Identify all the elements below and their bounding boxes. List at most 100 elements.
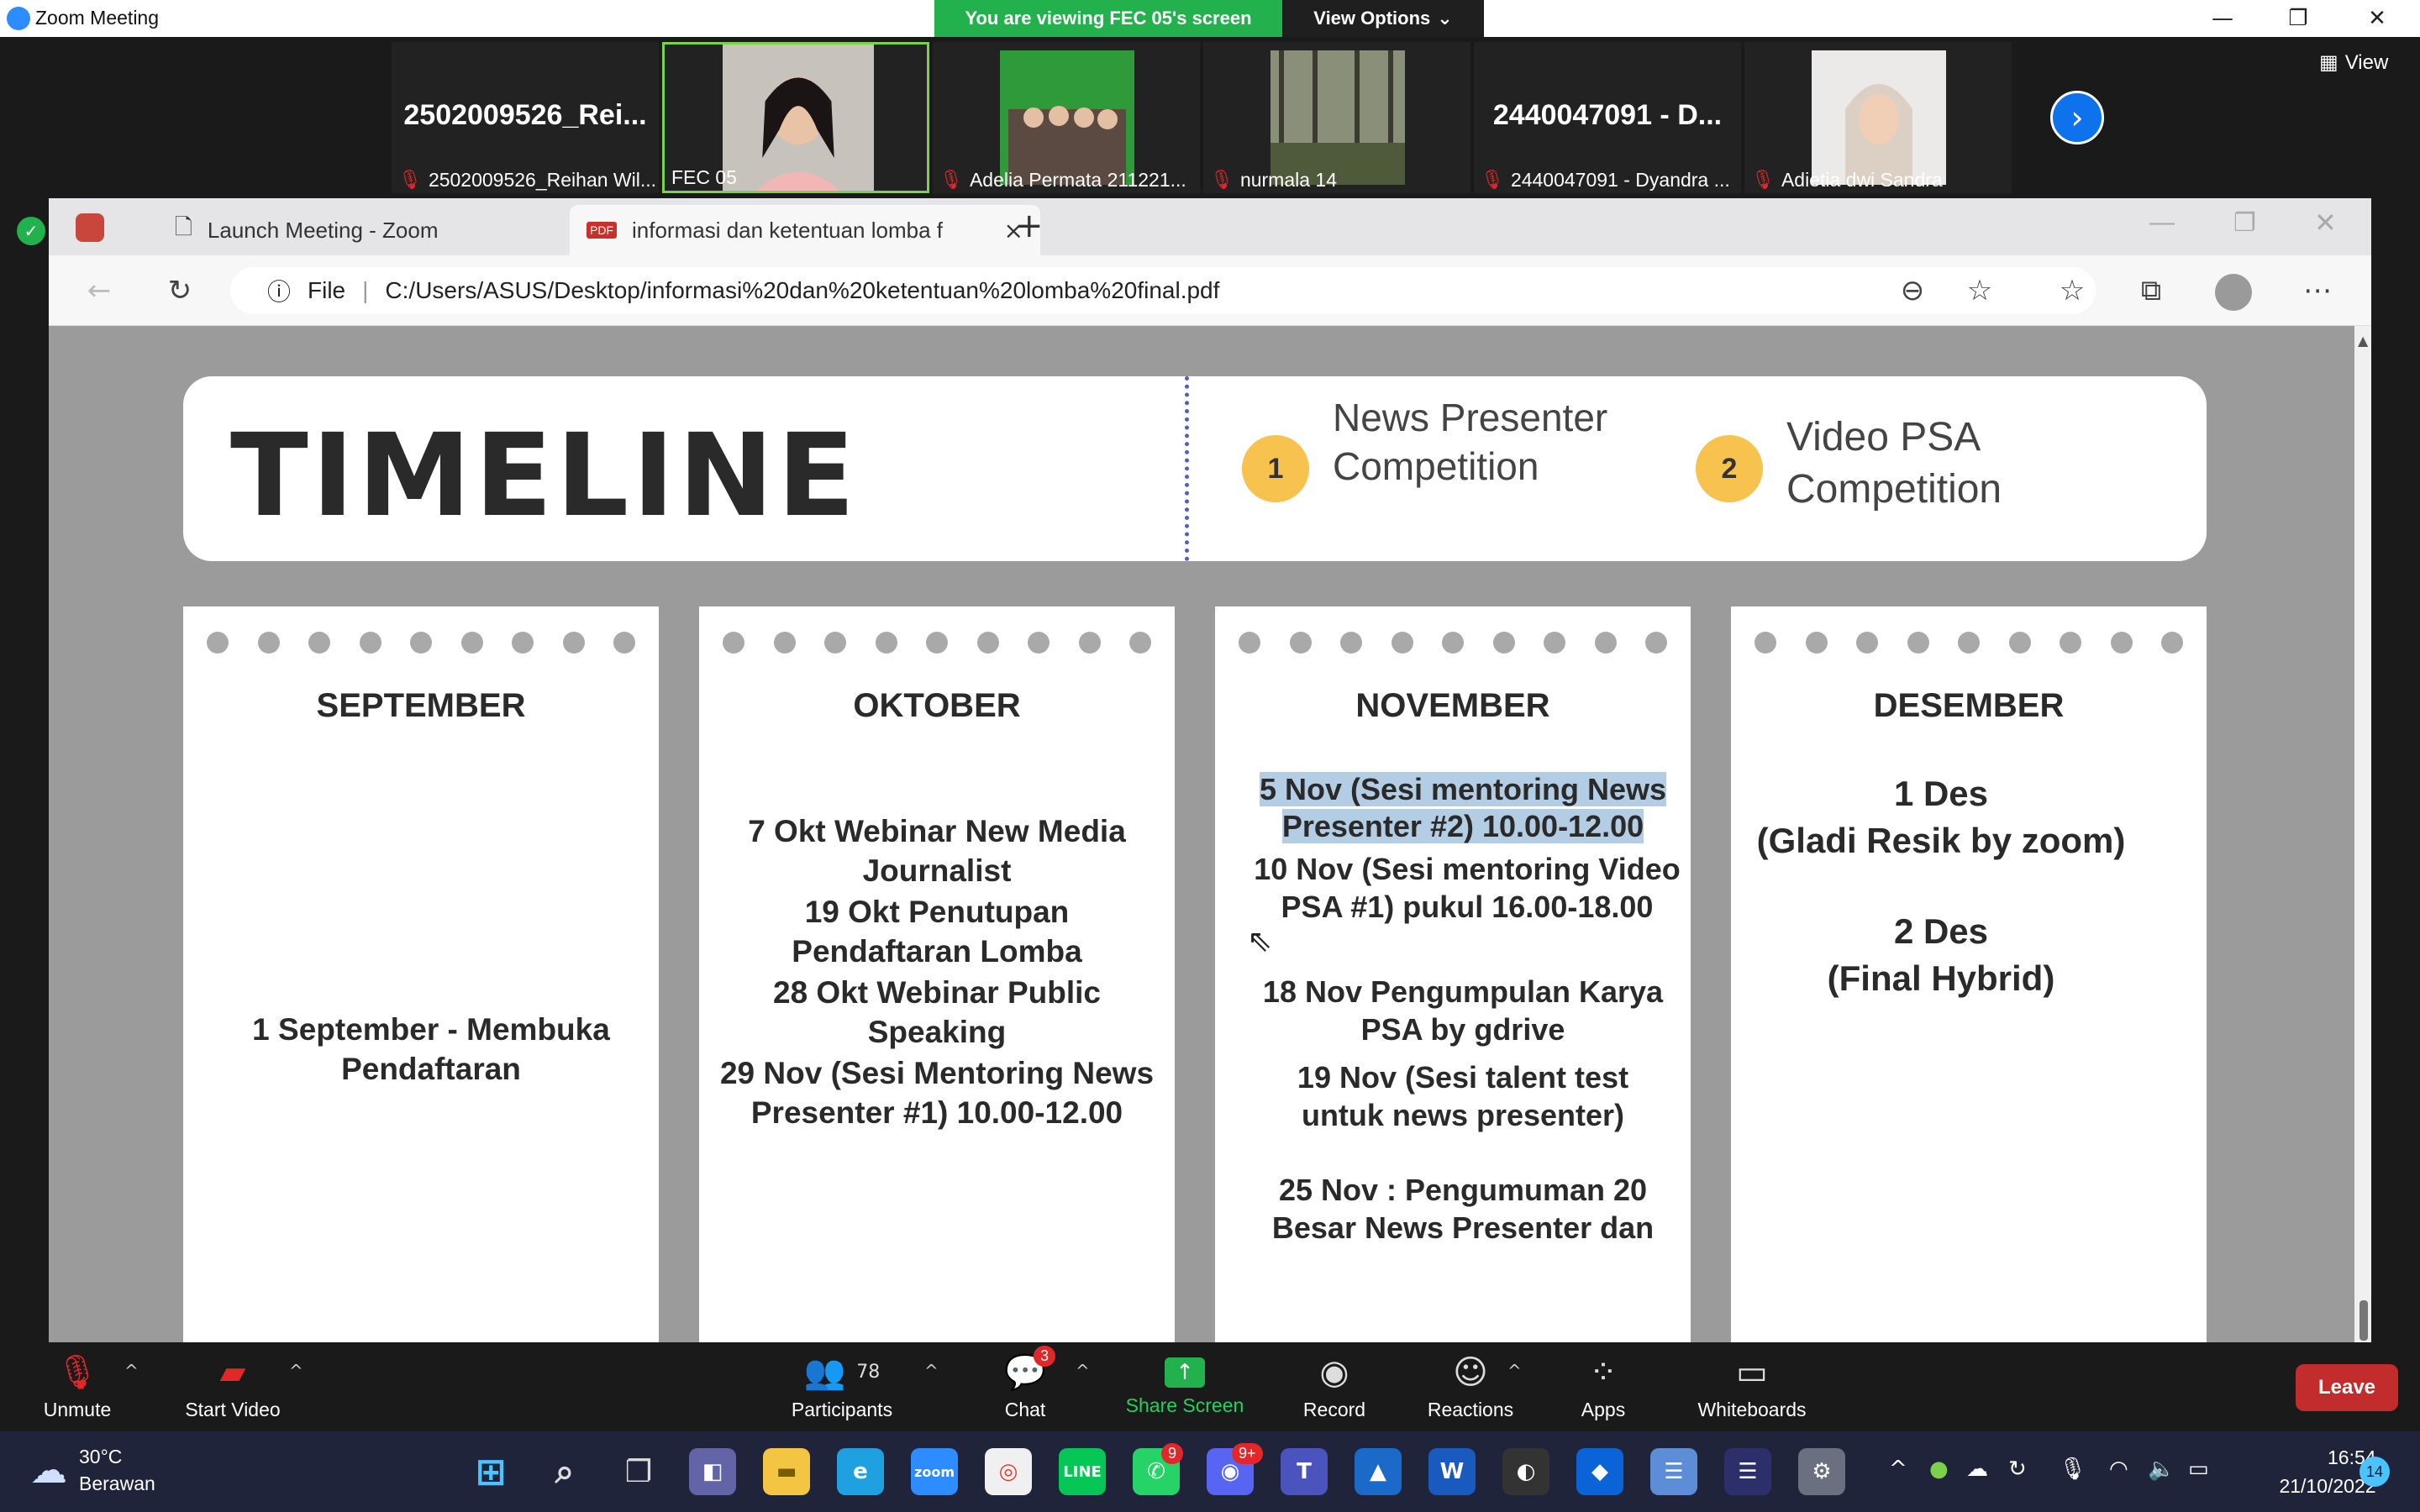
page-icon: 🗋: [175, 215, 192, 240]
address-bar[interactable]: ⓘ File | C:/Users/ASUS/Desktop/informasi…: [230, 267, 2096, 314]
tab-pdf[interactable]: PDF informasi dan ketentuan lomba f ×: [570, 205, 1040, 255]
favorites-icon[interactable]: ☆: [2050, 269, 2094, 312]
obs-icon[interactable]: ◐: [1502, 1448, 1549, 1495]
month-card-november: NOVEMBER 5 Nov (Sesi mentoring News Pres…: [1215, 606, 1691, 1342]
chrome-icon[interactable]: ◎: [985, 1448, 1032, 1495]
mic-muted-icon: 🎙: [1751, 170, 1775, 191]
view-options-button[interactable]: View Options ⌄: [1282, 0, 1484, 37]
apps-button[interactable]: ⁘ Apps: [1571, 1342, 1635, 1431]
viewing-screen-label: You are viewing FEC 05's screen: [934, 0, 1282, 37]
wifi-icon[interactable]: ◠: [2109, 1457, 2128, 1482]
participant-tile[interactable]: 2440047091 - D... 🎙 2440047091 - Dyandra …: [1474, 42, 1741, 193]
start-video-button[interactable]: ▰ Start Video: [176, 1342, 289, 1431]
zoom-out-icon[interactable]: ⊖: [1891, 269, 1934, 312]
workspace-icon[interactable]: [76, 213, 104, 242]
eclipse-icon[interactable]: ☰: [1724, 1448, 1771, 1495]
zoom-app-icon[interactable]: zoom: [911, 1448, 958, 1495]
binder-dots: [207, 632, 635, 654]
notification-count-badge[interactable]: 14: [2360, 1457, 2390, 1487]
onedrive-icon[interactable]: ☁: [1966, 1457, 1988, 1482]
back-button[interactable]: ←: [77, 269, 121, 312]
competition-name: Video PSA Competition: [1786, 415, 2002, 512]
show-hidden-icons-caret[interactable]: ^: [1889, 1457, 1907, 1482]
restore-button[interactable]: ❐: [2260, 0, 2336, 37]
audio-options-caret[interactable]: ^: [124, 1361, 139, 1381]
whiteboards-button[interactable]: ▭ Whiteboards: [1689, 1342, 1815, 1431]
record-button[interactable]: ◉ Record: [1294, 1342, 1375, 1431]
notepad-icon[interactable]: ☰: [1650, 1448, 1697, 1495]
tray-app-icon[interactable]: ●: [1929, 1457, 1949, 1482]
encryption-shield-icon[interactable]: ✓: [17, 217, 45, 245]
microphone-icon[interactable]: 🎙: [2059, 1457, 2086, 1482]
add-favorite-icon[interactable]: ☆: [1958, 269, 2002, 312]
pdf-icon: PDF: [587, 222, 617, 239]
browser-close-button[interactable]: ✕: [2314, 207, 2337, 239]
scroll-thumb[interactable]: [2360, 1300, 2368, 1341]
participant-tile[interactable]: 2502009526_Rei... 🎙 2502009526_Reihan Wil…: [392, 42, 659, 193]
photos-icon[interactable]: ▲: [1355, 1448, 1402, 1495]
tab-launch-meeting[interactable]: 🗋 Launch Meeting - Zoom ×: [158, 205, 612, 255]
reactions-button[interactable]: ☺ Reactions: [1420, 1342, 1521, 1431]
mic-muted-icon: 🎙: [939, 170, 963, 191]
search-icon[interactable]: ⌕: [541, 1448, 588, 1495]
participants-label: Participants: [791, 1398, 893, 1420]
participant-tile[interactable]: 🎙 Adelia Permata 211221...: [933, 42, 1200, 193]
window-title: Zoom Meeting: [35, 7, 160, 29]
word-icon[interactable]: W: [1428, 1448, 1476, 1495]
url-scheme: File: [308, 277, 346, 303]
view-button[interactable]: ▦ View: [2319, 50, 2388, 75]
reactions-icon: ☺: [1453, 1352, 1488, 1392]
sync-icon[interactable]: ↻: [2008, 1457, 2027, 1482]
participant-tile[interactable]: 🎙 Adietia dwi Sandra: [1744, 42, 2012, 193]
scroll-up-icon[interactable]: ▲: [2358, 333, 2368, 349]
month-card-september: SEPTEMBER 1 September - Membuka Pendafta…: [183, 606, 659, 1342]
chat-label: Chat: [1004, 1398, 1046, 1420]
pdf-viewer[interactable]: TIMELINE 1 News Presenter Competition 2 …: [49, 326, 2354, 1342]
teams-chat-icon[interactable]: ◧: [689, 1448, 736, 1495]
month-card-desember: DESEMBER 1 Des (Gladi Resik by zoom) 2 D…: [1731, 606, 2207, 1342]
pdf-scrollbar[interactable]: ▲: [2354, 326, 2371, 1342]
participants-options-caret[interactable]: ^: [924, 1361, 939, 1381]
participants-button[interactable]: 👥 78 Participants: [781, 1342, 902, 1431]
weather-widget[interactable]: ☁ 30°C Berawan: [30, 1443, 155, 1497]
tab-label: informasi dan ketentuan lomba f: [632, 217, 943, 243]
start-icon[interactable]: ⊞: [467, 1448, 514, 1495]
refresh-button[interactable]: ↻: [158, 269, 202, 312]
minimize-button[interactable]: —: [2185, 0, 2260, 37]
browser-restore-button[interactable]: ❐: [2233, 208, 2256, 238]
share-screen-button[interactable]: ↑ Share Screen: [1118, 1342, 1252, 1431]
new-tab-button[interactable]: +: [1015, 207, 1044, 245]
leave-button[interactable]: Leave: [2296, 1364, 2398, 1411]
browser-minimize-button[interactable]: —: [2149, 208, 2175, 237]
windows-taskbar: ☁ 30°C Berawan ⊞ ⌕ ❐ ◧ ▬ e zoom ◎ LINE ✆…: [0, 1431, 2420, 1512]
event-text: 7 Okt Webinar New Media Journalist: [748, 814, 1126, 888]
teams-icon[interactable]: T: [1281, 1448, 1328, 1495]
binder-dots: [723, 632, 1151, 654]
close-button[interactable]: ✕: [2339, 0, 2415, 37]
task-view-icon[interactable]: ❐: [615, 1448, 662, 1495]
participant-label: nurmala 14: [1239, 169, 1338, 191]
profile-avatar[interactable]: [2215, 274, 2252, 311]
line-icon[interactable]: LINE: [1059, 1448, 1106, 1495]
collections-icon[interactable]: ⧉: [2129, 269, 2173, 312]
app-icon[interactable]: ◆: [1576, 1448, 1623, 1495]
volume-icon[interactable]: 🔈: [2148, 1457, 2175, 1482]
chat-options-caret[interactable]: ^: [1076, 1361, 1090, 1381]
more-menu-icon[interactable]: ⋯: [2296, 269, 2339, 312]
video-options-caret[interactable]: ^: [289, 1361, 303, 1381]
participant-label: 2440047091 - Dyandra ...: [1510, 169, 1730, 191]
participant-tile-active-speaker[interactable]: FEC 05: [662, 42, 929, 193]
participant-video: [1000, 50, 1134, 185]
file-explorer-icon[interactable]: ▬: [763, 1448, 810, 1495]
edge-icon[interactable]: e: [837, 1448, 884, 1495]
reactions-options-caret[interactable]: ^: [1507, 1361, 1522, 1381]
tab-bar: 🗋 Launch Meeting - Zoom × PDF informasi …: [49, 198, 2371, 255]
share-screen-icon: ↑: [1165, 1357, 1205, 1388]
binder-dots: [1754, 632, 2183, 654]
participant-tile[interactable]: 🎙 nurmala 14: [1203, 42, 1470, 193]
apps-icon: ⁘: [1589, 1352, 1618, 1392]
battery-icon[interactable]: ▭: [2188, 1457, 2209, 1482]
settings-icon[interactable]: ⚙: [1798, 1448, 1845, 1495]
unmute-button[interactable]: 🎙 Unmute: [34, 1342, 121, 1431]
next-participants-button[interactable]: ›: [2050, 91, 2104, 144]
